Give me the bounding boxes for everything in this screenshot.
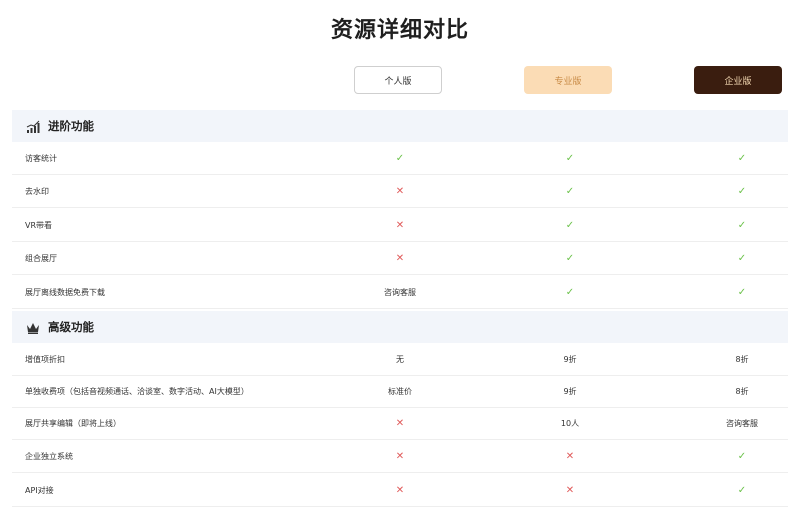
feature-label: 单独收费项（包括音视频通话、洽谈室、数字活动、AI大模型） — [25, 387, 249, 396]
check-icon: ✓ — [565, 186, 575, 197]
check-icon: ✓ — [565, 287, 575, 298]
feature-label: API对接 — [25, 486, 54, 495]
feature-cell: ✓ — [692, 276, 792, 309]
check-icon: ✓ — [737, 451, 747, 462]
feature-cell: ✓ — [692, 175, 792, 208]
feature-cell-text: 无 — [396, 355, 404, 364]
plan-header: 个人版 专业版 企业版 — [0, 66, 800, 96]
table-row: 访客统计 ✓ ✓ ✓ — [12, 142, 788, 175]
cross-icon: ✕ — [565, 451, 575, 462]
feature-label: 展厅共享编辑（即将上线） — [25, 419, 121, 428]
check-icon: ✓ — [565, 220, 575, 231]
table-row: VR带看 ✕ ✓ ✓ — [12, 209, 788, 242]
table-row: 企业独立系统 ✕ ✕ ✓ — [12, 440, 788, 473]
check-icon: ✓ — [737, 485, 747, 496]
feature-label: 增值项折扣 — [25, 355, 65, 364]
feature-cell-text: 9折 — [563, 387, 577, 396]
personal-plan-button[interactable]: 个人版 — [354, 66, 442, 94]
feature-cell-text: 咨询客服 — [384, 288, 416, 297]
feature-cell: ✕ — [350, 242, 450, 275]
feature-cell: ✓ — [520, 209, 620, 242]
crown-icon — [26, 320, 40, 334]
feature-label: VR带看 — [25, 221, 53, 230]
feature-cell: ✕ — [350, 175, 450, 208]
feature-cell-text: 9折 — [563, 355, 577, 364]
feature-label: 展厅离线数据免费下载 — [25, 288, 105, 297]
feature-cell: ✓ — [692, 440, 792, 473]
feature-cell: ✕ — [520, 474, 620, 507]
feature-label: 去水印 — [25, 187, 49, 196]
table-row: 展厅离线数据免费下载 咨询客服 ✓ ✓ — [12, 276, 788, 309]
section-premium: 高级功能 — [12, 311, 788, 343]
feature-cell: ✓ — [692, 242, 792, 275]
feature-cell: ✓ — [520, 175, 620, 208]
cross-icon: ✕ — [395, 418, 405, 429]
table-row: 增值项折扣 无 9折 8折 — [12, 343, 788, 376]
feature-cell: ✓ — [692, 474, 792, 507]
feature-cell-text: 8折 — [735, 355, 749, 364]
cross-icon: ✕ — [395, 253, 405, 264]
section-label: 进阶功能 — [48, 119, 94, 133]
feature-cell: ✕ — [520, 440, 620, 473]
cross-icon: ✕ — [395, 220, 405, 231]
check-icon: ✓ — [737, 186, 747, 197]
check-icon: ✓ — [395, 153, 405, 164]
feature-label: 组合展厅 — [25, 254, 57, 263]
feature-cell: ✓ — [520, 142, 620, 175]
pro-plan-button[interactable]: 专业版 — [524, 66, 612, 94]
feature-cell-text: 标准价 — [388, 387, 412, 396]
table-row: 展厅共享编辑（即将上线） ✕ 10人 咨询客服 — [12, 407, 788, 440]
cross-icon: ✕ — [395, 186, 405, 197]
check-icon: ✓ — [737, 153, 747, 164]
check-icon: ✓ — [737, 287, 747, 298]
page-title: 资源详细对比 — [330, 18, 469, 43]
cross-icon: ✕ — [565, 485, 575, 496]
feature-cell: ✓ — [520, 242, 620, 275]
table-row: 组合展厅 ✕ ✓ ✓ — [12, 242, 788, 275]
feature-cell-text: 10人 — [560, 419, 580, 428]
check-icon: ✓ — [737, 253, 747, 264]
table-row: 去水印 ✕ ✓ ✓ — [12, 175, 788, 208]
table-row: API对接 ✕ ✕ ✓ — [12, 474, 788, 507]
feature-cell: ✓ — [692, 142, 792, 175]
section-label: 高级功能 — [48, 320, 94, 334]
comparison-page: 资源详细对比 个人版 专业版 企业版 进阶功能 访客统计 ✓ ✓ ✓ 去水印 ✕ ✓ ✓ VR带… — [0, 0, 800, 510]
check-icon: ✓ — [737, 220, 747, 231]
bar-chart-icon — [26, 119, 40, 133]
feature-cell: ✕ — [350, 209, 450, 242]
feature-cell-text: 8折 — [735, 387, 749, 396]
check-icon: ✓ — [565, 253, 575, 264]
feature-label: 访客统计 — [25, 154, 57, 163]
feature-label: 企业独立系统 — [25, 452, 73, 461]
feature-cell: ✕ — [350, 474, 450, 507]
table-row: 单独收费项（包括音视频通话、洽谈室、数字活动、AI大模型） 标准价 9折 8折 — [12, 375, 788, 408]
feature-cell: ✓ — [350, 142, 450, 175]
check-icon: ✓ — [565, 153, 575, 164]
feature-cell: ✕ — [350, 407, 450, 440]
cross-icon: ✕ — [395, 485, 405, 496]
feature-cell: ✓ — [692, 209, 792, 242]
feature-cell-text: 咨询客服 — [726, 419, 758, 428]
enterprise-plan-button[interactable]: 企业版 — [694, 66, 782, 94]
cross-icon: ✕ — [395, 451, 405, 462]
feature-cell: ✓ — [520, 276, 620, 309]
feature-cell: ✕ — [350, 440, 450, 473]
section-advanced: 进阶功能 — [12, 110, 788, 142]
